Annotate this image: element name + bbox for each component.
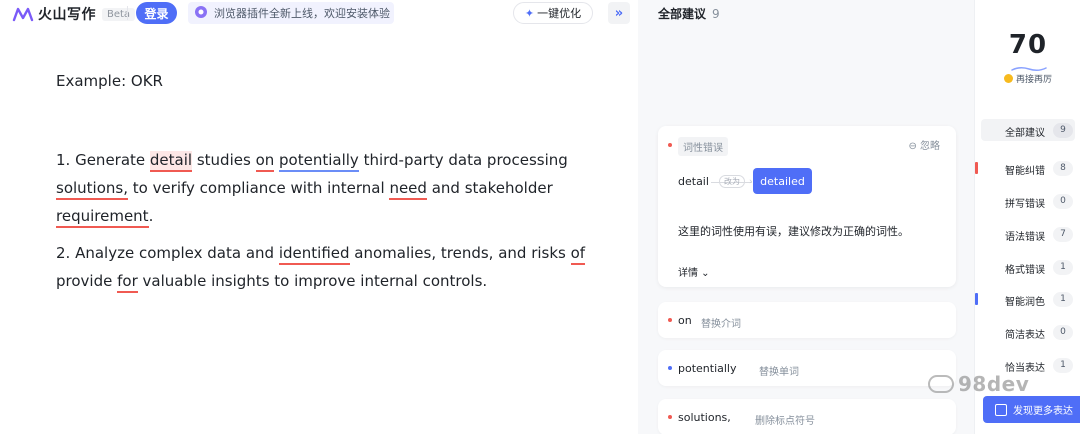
category-count: 9: [1053, 123, 1073, 138]
error-highlight-potentially[interactable]: potentially: [279, 151, 359, 172]
error-highlight-detail[interactable]: detail: [149, 151, 193, 172]
category-sidebar: 70 再接再厉 全部建议 9 智能纠错 8 拼写错误 0 语法错误 7 格式错误…: [974, 0, 1080, 434]
error-highlight-identified[interactable]: identified: [278, 244, 350, 265]
text-run: anomalies, trends, and risks: [349, 244, 571, 262]
suggestion-card-potentially[interactable]: potentially 替换单词: [658, 350, 956, 386]
discover-more-label: 发现更多表达: [1013, 406, 1073, 417]
login-button[interactable]: 登录: [136, 2, 177, 24]
notice-collapse-icon[interactable]: ‹: [383, 5, 388, 19]
category-color-bar: [975, 293, 978, 305]
category-spelling[interactable]: 拼写错误 0: [975, 193, 1080, 211]
category-smart-correction[interactable]: 智能纠错 8: [975, 160, 1080, 178]
error-highlight-solutions[interactable]: solutions,: [56, 179, 128, 200]
category-label: 智能纠错: [1005, 166, 1045, 177]
category-smart-polish[interactable]: 智能润色 1: [975, 291, 1080, 309]
category-format[interactable]: 格式错误 1: [975, 259, 1080, 277]
text-run: and stakeholder: [426, 179, 553, 197]
severity-dot: [668, 318, 672, 322]
category-label: 拼写错误: [1005, 199, 1045, 210]
suggestion-word: solutions,: [678, 411, 731, 424]
category-color-bar: [975, 162, 978, 174]
double-chevron-icon[interactable]: »: [608, 2, 630, 24]
category-all[interactable]: 全部建议 9: [975, 122, 1080, 140]
one-click-optimize-button[interactable]: ✦ 一键优化: [513, 2, 593, 24]
category-count: 1: [1053, 260, 1073, 275]
severity-dot: [668, 366, 672, 370]
category-grammar[interactable]: 语法错误 7: [975, 226, 1080, 244]
edit-icon: [995, 403, 1007, 416]
watermark: 98dev: [928, 372, 1029, 396]
plugin-icon: [194, 4, 208, 23]
error-highlight-of[interactable]: of: [570, 244, 586, 265]
panel-count: 9: [712, 7, 720, 21]
text-run: studies: [192, 151, 256, 169]
category-label: 全部建议: [1005, 128, 1045, 139]
panel-title-label: 全部建议: [658, 7, 707, 21]
category-count: 1: [1053, 292, 1073, 307]
notice-text: 浏览器插件全新上线，欢迎安装体验: [214, 7, 390, 20]
original-word: detail: [678, 175, 709, 188]
replacement-button[interactable]: detailed: [753, 168, 812, 194]
suggestion-card-on[interactable]: on 替换介词: [658, 302, 956, 338]
category-label: 简洁表达: [1005, 330, 1045, 341]
category-count: 1: [1053, 358, 1073, 373]
severity-dot: [668, 415, 672, 419]
divider: [127, 6, 128, 20]
ignore-label: 忽略: [920, 141, 940, 152]
text-run: third-party data processing: [358, 151, 568, 169]
smile-emoji-icon: [1003, 74, 1013, 83]
document-title[interactable]: Example: OKR: [56, 72, 163, 90]
paragraph-2[interactable]: 2. Analyze complex data and identified a…: [56, 239, 616, 295]
suggestion-hint: 替换单词: [759, 367, 799, 378]
text-run: .: [148, 207, 154, 225]
error-highlight-requirement[interactable]: requirement: [56, 207, 149, 228]
plugin-notice-banner[interactable]: 浏览器插件全新上线，欢迎安装体验 ‹: [188, 2, 394, 24]
suggestion-panel: 全部建议 9 词性错误 ⊖ 忽略 detail 改为 › detailed 这里的…: [638, 0, 974, 434]
error-highlight-need[interactable]: need: [389, 179, 427, 200]
severity-dot: [668, 143, 672, 147]
beta-badge: Beta: [102, 7, 136, 21]
suggestion-word: on: [678, 314, 692, 327]
brand-name: 火山写作: [38, 7, 96, 23]
suggestion-hint: 删除标点符号: [755, 416, 815, 427]
category-label: 语法错误: [1005, 232, 1045, 243]
ignore-button[interactable]: ⊖ 忽略: [908, 137, 940, 152]
panel-title: 全部建议 9: [658, 5, 720, 22]
suggestion-hint: 替换介词: [701, 319, 741, 330]
text-run: provide: [56, 272, 118, 290]
category-count: 0: [1053, 325, 1073, 340]
details-toggle[interactable]: 详情 ⌄: [678, 264, 710, 279]
score-value: 70: [1008, 30, 1048, 60]
watermark-text: 98dev: [958, 372, 1030, 396]
logo-icon: [12, 6, 34, 22]
discover-more-button[interactable]: 发现更多表达: [983, 396, 1080, 423]
brand-logo[interactable]: 火山写作 Beta: [12, 4, 136, 24]
text-run: valuable insights to improve internal co…: [137, 272, 488, 290]
category-count: 0: [1053, 194, 1073, 209]
category-label: 智能润色: [1005, 297, 1045, 308]
category-concise[interactable]: 简洁表达 0: [975, 324, 1080, 342]
text-run: 2. Analyze complex data and: [56, 244, 279, 262]
error-type-tag: 词性错误: [678, 137, 728, 156]
category-count: 8: [1053, 161, 1073, 176]
sparkle-icon: ✦: [524, 6, 535, 20]
wechat-icon: [928, 375, 954, 393]
score-note: 再接再厉: [975, 72, 1080, 85]
top-bar: 火山写作 Beta 登录 浏览器插件全新上线，欢迎安装体验 ‹ ✦ 一键优化 »: [0, 0, 638, 26]
score-note-text: 再接再厉: [1015, 75, 1052, 85]
category-count: 7: [1053, 227, 1073, 242]
error-highlight-for[interactable]: for: [117, 272, 138, 293]
error-highlight-on[interactable]: on: [255, 151, 275, 172]
text-run: 1. Generate: [56, 151, 150, 169]
suggestion-description: 这里的词性使用有误，建议修改为正确的词性。: [678, 225, 909, 238]
optimize-label: 一键优化: [537, 7, 582, 20]
suggestion-card-solutions[interactable]: solutions, 删除标点符号: [658, 399, 956, 434]
change-to-chip: 改为: [719, 175, 745, 188]
suggestion-card-detail[interactable]: 词性错误 ⊖ 忽略 detail 改为 › detailed 这里的词性使用有误…: [658, 126, 956, 287]
text-run: to verify compliance with internal: [127, 179, 390, 197]
paragraph-1[interactable]: 1. Generate detail studies on potentiall…: [56, 146, 616, 230]
category-label: 格式错误: [1005, 265, 1045, 276]
suggestion-word: potentially: [678, 362, 737, 375]
